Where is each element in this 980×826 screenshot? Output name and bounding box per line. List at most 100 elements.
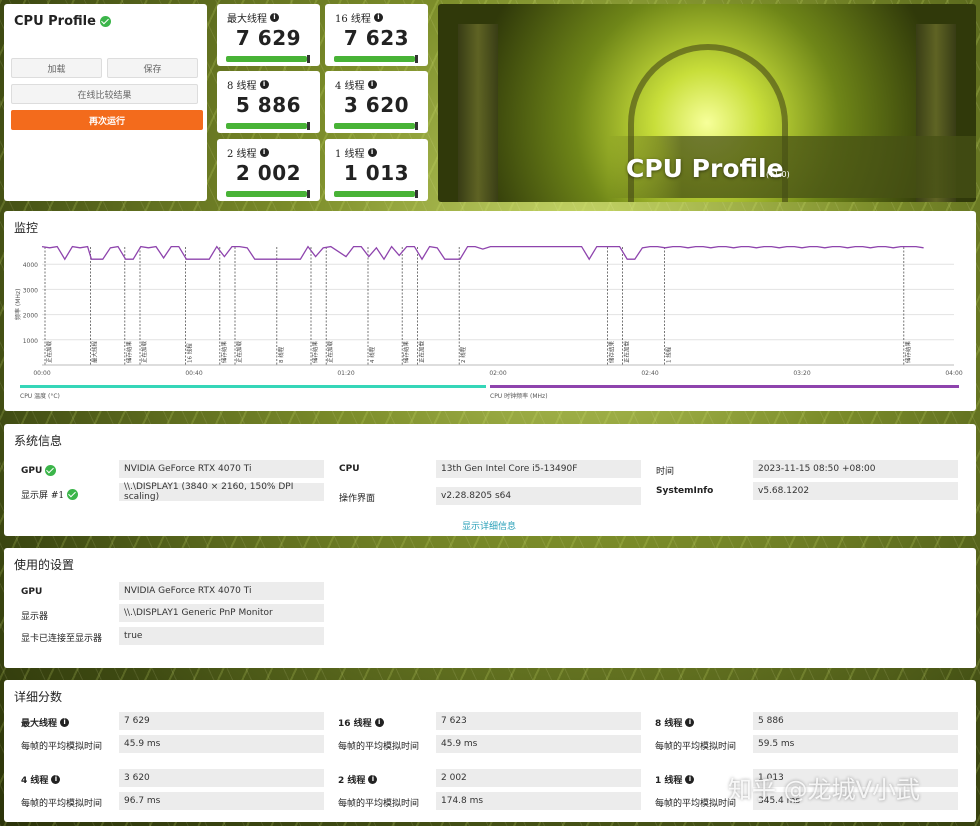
phase-marker-label: 2 线程	[459, 346, 467, 363]
detail-score-key-text: 4 线程	[21, 776, 49, 786]
score-label-text: 最大线程	[227, 14, 267, 25]
score-tile: 1 线程 i 1 013	[325, 139, 428, 201]
display-key-text: 显示屏 #1	[21, 491, 65, 501]
info-icon[interactable]: i	[259, 148, 269, 157]
phase-marker-label: 正在加载	[235, 340, 243, 363]
x-tick-label: 01:20	[337, 370, 354, 377]
phase-marker-label: 正在加载	[45, 340, 53, 363]
watermark: 知乎 @龙城V小武	[728, 776, 921, 804]
phase-marker-label: 正在加载	[417, 340, 425, 363]
y-tick-label: 1000	[23, 338, 38, 345]
system-info-section: 系统信息 GPU NVIDIA GeForce RTX 4070 Ti CPU …	[4, 424, 976, 536]
clock-frequency-line	[41, 245, 924, 261]
info-icon[interactable]: i	[373, 13, 383, 22]
score-label-text: 2 线程	[227, 149, 257, 160]
detail-score-key: 8 线程 i	[655, 716, 695, 729]
phase-marker-label: 正在加载	[326, 340, 334, 363]
x-tick-label: 00:00	[33, 370, 50, 377]
frame-time-key: 每帧的平均模拟时间	[21, 799, 103, 809]
score-value: 5 886	[235, 93, 302, 117]
score-bar	[226, 122, 310, 130]
x-tick-label: 02:00	[489, 370, 506, 377]
phase-marker-label: 4 线程	[368, 346, 376, 363]
info-icon[interactable]: i	[374, 718, 384, 727]
phase-marker-label: 正在加载	[140, 340, 148, 363]
time-key: 时间	[656, 467, 675, 477]
settings-section: 使用的设置 GPU NVIDIA GeForce RTX 4070 Ti 显示器…	[4, 548, 976, 668]
score-label-text: 1 线程	[335, 149, 365, 160]
detail-score-key-text: 8 线程	[655, 719, 683, 729]
info-icon[interactable]: i	[685, 775, 695, 784]
time-value: 2023-11-15 08:50 +08:00	[753, 460, 958, 478]
info-icon[interactable]: i	[367, 80, 377, 89]
gpu-key: GPU	[21, 465, 57, 476]
save-button[interactable]: 保存	[107, 58, 198, 78]
settings-connected-value: true	[119, 627, 324, 645]
systeminfo-key: SystemInfo	[656, 486, 714, 496]
phase-marker-label: 1 线程	[664, 346, 672, 363]
frame-time-key: 每帧的平均模拟时间	[655, 742, 737, 752]
score-value: 1 013	[343, 161, 410, 185]
detail-score-key: 2 线程 i	[338, 773, 378, 786]
detail-score-value: 7 623	[436, 712, 641, 730]
temp-legend-bar	[20, 385, 486, 388]
detail-score-key-text: 最大线程	[21, 719, 58, 729]
phase-marker-label: 储存结果	[904, 340, 912, 363]
run-again-button[interactable]: 再次运行	[11, 110, 203, 130]
settings-gpu-key: GPU	[21, 587, 43, 597]
score-value: 3 620	[343, 93, 410, 117]
phase-marker-label: 储存结果	[125, 340, 133, 363]
monitor-section: 监控 1000 2000 3000 4000 频率 (MHz) 00:00 00:40 01:…	[4, 211, 976, 411]
check-icon	[67, 489, 79, 500]
compare-online-button[interactable]: 在线比较结果	[11, 84, 198, 104]
detail-score-value: 5 886	[753, 712, 958, 730]
info-icon[interactable]: i	[368, 775, 378, 784]
score-label-text: 4 线程	[335, 81, 365, 92]
score-label-text: 16 线程	[335, 14, 371, 25]
display-value: \\.\DISPLAY1 (3840 × 2160, 150% DPI scal…	[119, 482, 324, 502]
phase-marker-label: 储存结果	[402, 340, 410, 363]
score-label: 8 线程 i	[227, 77, 269, 92]
frame-time-key: 每帧的平均模拟时间	[338, 742, 420, 752]
clock-legend-bar	[490, 385, 959, 388]
app-title: CPU Profile	[14, 14, 111, 29]
score-tile: 8 线程 i 5 886	[217, 71, 320, 133]
hero-title: CPU Profile	[626, 154, 784, 183]
detail-score-value: 3 620	[119, 769, 324, 787]
phase-marker-label: 8 线程	[277, 346, 285, 363]
temp-legend-label: CPU 温度 (°C)	[20, 392, 60, 400]
info-icon[interactable]: i	[270, 13, 279, 22]
frame-time-value: 45.9 ms	[436, 735, 641, 753]
info-icon[interactable]: i	[685, 718, 695, 727]
score-tile: 2 线程 i 2 002	[217, 139, 320, 201]
x-tick-label: 00:40	[185, 370, 202, 377]
info-icon[interactable]: i	[60, 718, 70, 727]
phase-marker-label: 16 线程	[186, 343, 194, 363]
system-info-title: 系统信息	[14, 434, 63, 448]
score-bar	[334, 122, 418, 130]
info-icon[interactable]: i	[51, 775, 61, 784]
frame-time-key: 每帧的平均模拟时间	[338, 799, 420, 809]
score-bar	[334, 190, 418, 198]
load-button[interactable]: 加载	[11, 58, 102, 78]
score-label: 16 线程 i	[335, 10, 383, 25]
score-bar	[226, 190, 310, 198]
control-panel: CPU Profile 加载 保存 在线比较结果 再次运行	[4, 4, 207, 201]
check-icon	[45, 465, 57, 476]
frame-time-key: 每帧的平均模拟时间	[21, 742, 103, 752]
frame-time-value: 59.5 ms	[753, 735, 958, 753]
show-details-link[interactable]: 显示详细信息	[462, 519, 516, 532]
ui-version-value: v2.28.8205 s64	[436, 487, 641, 505]
score-label: 最大线程 i	[227, 10, 279, 25]
phase-marker-label: 储存结果	[220, 340, 228, 363]
y-axis-label: 频率 (MHz)	[14, 289, 22, 320]
score-bar	[334, 55, 418, 63]
gpu-value: NVIDIA GeForce RTX 4070 Ti	[119, 460, 324, 478]
frame-time-key: 每帧的平均模拟时间	[655, 799, 737, 809]
settings-gpu-value: NVIDIA GeForce RTX 4070 Ti	[119, 582, 324, 600]
info-icon[interactable]: i	[259, 80, 269, 89]
display-key: 显示屏 #1	[21, 488, 79, 501]
score-label: 4 线程 i	[335, 77, 377, 92]
cpu-value: 13th Gen Intel Core i5-13490F	[436, 460, 641, 478]
info-icon[interactable]: i	[367, 148, 377, 157]
